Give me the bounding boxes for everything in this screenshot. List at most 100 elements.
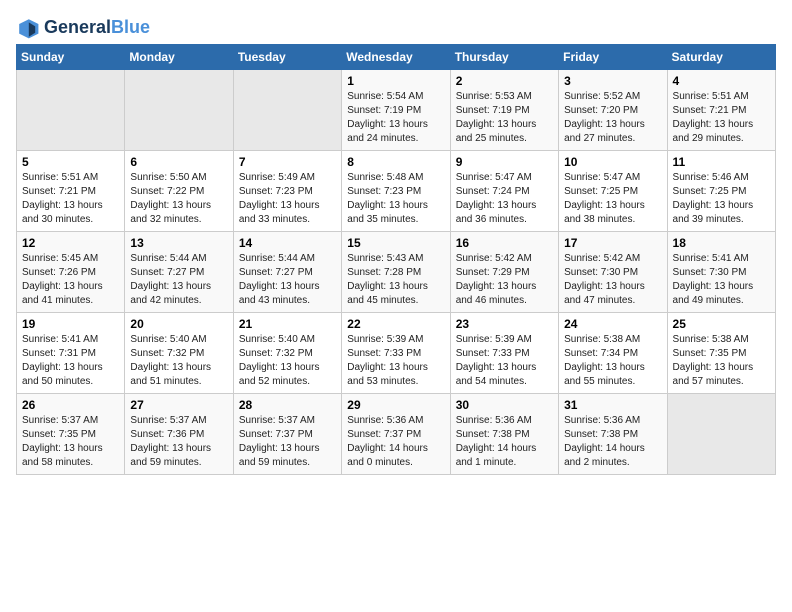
day-info: Sunrise: 5:36 AM Sunset: 7:37 PM Dayligh… <box>347 414 444 470</box>
column-header-saturday: Saturday <box>667 45 775 70</box>
column-header-thursday: Thursday <box>450 45 558 70</box>
calendar-week-row: 1 Sunrise: 5:54 AM Sunset: 7:19 PM Daylig… <box>17 70 776 151</box>
calendar-cell: 6Sunrise: 5:50 AM Sunset: 7:22 PM Daylig… <box>125 151 233 232</box>
day-info: Sunrise: 5:39 AM Sunset: 7:33 PM Dayligh… <box>347 333 444 389</box>
day-info: Sunrise: 5:51 AM Sunset: 7:21 PM Dayligh… <box>673 90 770 146</box>
day-number: 24 <box>564 317 661 331</box>
day-number: 14 <box>239 236 336 250</box>
day-info: Sunrise: 5:37 AM Sunset: 7:36 PM Dayligh… <box>130 414 227 470</box>
calendar-cell: 29 Sunrise: 5:36 AM Sunset: 7:37 PM Dayli… <box>342 394 450 475</box>
day-number: 1 <box>347 74 444 88</box>
day-number: 18 <box>673 236 770 250</box>
calendar-cell <box>233 70 341 151</box>
calendar-week-row: 12Sunrise: 5:45 AM Sunset: 7:26 PM Dayli… <box>17 232 776 313</box>
calendar-cell: 30 Sunrise: 5:36 AM Sunset: 7:38 PM Dayli… <box>450 394 558 475</box>
day-info: Sunrise: 5:44 AM Sunset: 7:27 PM Dayligh… <box>239 252 336 308</box>
column-header-sunday: Sunday <box>17 45 125 70</box>
day-info: Sunrise: 5:36 AM Sunset: 7:38 PM Dayligh… <box>564 414 661 470</box>
calendar-cell <box>667 394 775 475</box>
day-info: Sunrise: 5:38 AM Sunset: 7:34 PM Dayligh… <box>564 333 661 389</box>
calendar-week-row: 26 Sunrise: 5:37 AM Sunset: 7:35 PM Dayli… <box>17 394 776 475</box>
day-info: Sunrise: 5:44 AM Sunset: 7:27 PM Dayligh… <box>130 252 227 308</box>
calendar-cell: 28 Sunrise: 5:37 AM Sunset: 7:37 PM Dayli… <box>233 394 341 475</box>
day-number: 22 <box>347 317 444 331</box>
calendar-cell: 31Sunrise: 5:36 AM Sunset: 7:38 PM Dayli… <box>559 394 667 475</box>
calendar-cell: 16Sunrise: 5:42 AM Sunset: 7:29 PM Dayli… <box>450 232 558 313</box>
day-number: 6 <box>130 155 227 169</box>
column-header-tuesday: Tuesday <box>233 45 341 70</box>
calendar-cell: 15 Sunrise: 5:43 AM Sunset: 7:28 PM Dayli… <box>342 232 450 313</box>
calendar-cell: 4 Sunrise: 5:51 AM Sunset: 7:21 PM Daylig… <box>667 70 775 151</box>
calendar-cell: 20 Sunrise: 5:40 AM Sunset: 7:32 PM Dayli… <box>125 313 233 394</box>
day-number: 13 <box>130 236 227 250</box>
day-number: 17 <box>564 236 661 250</box>
calendar-cell: 10Sunrise: 5:47 AM Sunset: 7:25 PM Dayli… <box>559 151 667 232</box>
day-number: 7 <box>239 155 336 169</box>
day-number: 28 <box>239 398 336 412</box>
logo-text: GeneralBlue <box>44 18 150 38</box>
day-info: Sunrise: 5:40 AM Sunset: 7:32 PM Dayligh… <box>130 333 227 389</box>
column-header-wednesday: Wednesday <box>342 45 450 70</box>
day-info: Sunrise: 5:54 AM Sunset: 7:19 PM Dayligh… <box>347 90 444 146</box>
day-number: 15 <box>347 236 444 250</box>
day-number: 19 <box>22 317 119 331</box>
day-info: Sunrise: 5:51 AM Sunset: 7:21 PM Dayligh… <box>22 171 119 227</box>
day-number: 16 <box>456 236 553 250</box>
calendar-cell: 3 Sunrise: 5:52 AM Sunset: 7:20 PM Daylig… <box>559 70 667 151</box>
day-number: 23 <box>456 317 553 331</box>
calendar-cell: 7 Sunrise: 5:49 AM Sunset: 7:23 PM Daylig… <box>233 151 341 232</box>
column-header-monday: Monday <box>125 45 233 70</box>
day-info: Sunrise: 5:49 AM Sunset: 7:23 PM Dayligh… <box>239 171 336 227</box>
day-number: 3 <box>564 74 661 88</box>
day-number: 12 <box>22 236 119 250</box>
day-info: Sunrise: 5:52 AM Sunset: 7:20 PM Dayligh… <box>564 90 661 146</box>
day-number: 29 <box>347 398 444 412</box>
day-info: Sunrise: 5:46 AM Sunset: 7:25 PM Dayligh… <box>673 171 770 227</box>
day-number: 30 <box>456 398 553 412</box>
day-number: 21 <box>239 317 336 331</box>
day-number: 11 <box>673 155 770 169</box>
calendar-week-row: 5 Sunrise: 5:51 AM Sunset: 7:21 PM Daylig… <box>17 151 776 232</box>
day-info: Sunrise: 5:43 AM Sunset: 7:28 PM Dayligh… <box>347 252 444 308</box>
calendar-cell: 22 Sunrise: 5:39 AM Sunset: 7:33 PM Dayli… <box>342 313 450 394</box>
calendar-cell: 8 Sunrise: 5:48 AM Sunset: 7:23 PM Daylig… <box>342 151 450 232</box>
calendar-cell <box>17 70 125 151</box>
calendar-cell: 27 Sunrise: 5:37 AM Sunset: 7:36 PM Dayli… <box>125 394 233 475</box>
logo: GeneralBlue <box>16 16 150 40</box>
calendar-cell: 17 Sunrise: 5:42 AM Sunset: 7:30 PM Dayli… <box>559 232 667 313</box>
day-number: 5 <box>22 155 119 169</box>
day-number: 26 <box>22 398 119 412</box>
calendar-cell <box>125 70 233 151</box>
day-info: Sunrise: 5:37 AM Sunset: 7:35 PM Dayligh… <box>22 414 119 470</box>
day-number: 8 <box>347 155 444 169</box>
calendar-cell: 5 Sunrise: 5:51 AM Sunset: 7:21 PM Daylig… <box>17 151 125 232</box>
calendar-cell: 14 Sunrise: 5:44 AM Sunset: 7:27 PM Dayli… <box>233 232 341 313</box>
calendar-cell: 24 Sunrise: 5:38 AM Sunset: 7:34 PM Dayli… <box>559 313 667 394</box>
day-info: Sunrise: 5:41 AM Sunset: 7:30 PM Dayligh… <box>673 252 770 308</box>
calendar-week-row: 19Sunrise: 5:41 AM Sunset: 7:31 PM Dayli… <box>17 313 776 394</box>
day-number: 4 <box>673 74 770 88</box>
calendar-cell: 23 Sunrise: 5:39 AM Sunset: 7:33 PM Dayli… <box>450 313 558 394</box>
calendar-cell: 26 Sunrise: 5:37 AM Sunset: 7:35 PM Dayli… <box>17 394 125 475</box>
day-info: Sunrise: 5:38 AM Sunset: 7:35 PM Dayligh… <box>673 333 770 389</box>
day-number: 2 <box>456 74 553 88</box>
calendar-cell: 21 Sunrise: 5:40 AM Sunset: 7:32 PM Dayli… <box>233 313 341 394</box>
day-info: Sunrise: 5:36 AM Sunset: 7:38 PM Dayligh… <box>456 414 553 470</box>
calendar-cell: 11 Sunrise: 5:46 AM Sunset: 7:25 PM Dayli… <box>667 151 775 232</box>
calendar-cell: 18 Sunrise: 5:41 AM Sunset: 7:30 PM Dayli… <box>667 232 775 313</box>
day-info: Sunrise: 5:47 AM Sunset: 7:24 PM Dayligh… <box>456 171 553 227</box>
calendar-cell: 13 Sunrise: 5:44 AM Sunset: 7:27 PM Dayli… <box>125 232 233 313</box>
calendar-cell: 25Sunrise: 5:38 AM Sunset: 7:35 PM Dayli… <box>667 313 775 394</box>
day-info: Sunrise: 5:48 AM Sunset: 7:23 PM Dayligh… <box>347 171 444 227</box>
calendar-cell: 1 Sunrise: 5:54 AM Sunset: 7:19 PM Daylig… <box>342 70 450 151</box>
day-info: Sunrise: 5:40 AM Sunset: 7:32 PM Dayligh… <box>239 333 336 389</box>
calendar-cell: 9Sunrise: 5:47 AM Sunset: 7:24 PM Daylig… <box>450 151 558 232</box>
page-header: GeneralBlue <box>16 16 776 40</box>
day-info: Sunrise: 5:39 AM Sunset: 7:33 PM Dayligh… <box>456 333 553 389</box>
day-number: 20 <box>130 317 227 331</box>
day-number: 27 <box>130 398 227 412</box>
day-info: Sunrise: 5:37 AM Sunset: 7:37 PM Dayligh… <box>239 414 336 470</box>
day-info: Sunrise: 5:42 AM Sunset: 7:30 PM Dayligh… <box>564 252 661 308</box>
day-info: Sunrise: 5:47 AM Sunset: 7:25 PM Dayligh… <box>564 171 661 227</box>
column-header-friday: Friday <box>559 45 667 70</box>
